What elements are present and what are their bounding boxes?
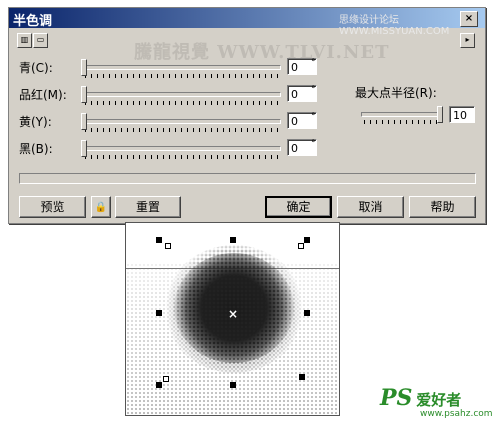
site-logo: PS 爱好者 www.psahz.com [380,385,493,419]
menu-arrow-icon[interactable]: ▸ [460,33,475,48]
preview-button[interactable]: 预览 [19,196,86,218]
handle-bottom-left[interactable] [156,382,162,388]
magenta-ticks [85,101,279,105]
yellow-degree: ° [311,112,316,122]
yellow-slider-thumb[interactable] [81,113,87,130]
handle-top-right[interactable] [304,237,310,243]
rotate-handle-top-right[interactable] [298,243,304,249]
radius-slider-track[interactable] [361,112,443,117]
yellow-ticks [85,128,279,132]
magenta-label: 品红(M): [19,88,67,102]
lock-icon[interactable]: 🔒 [91,196,111,218]
preview-single-icon[interactable]: ▭ [33,33,48,48]
handle-top[interactable] [230,237,236,243]
logo-ps: PS [380,385,413,411]
radius-ticks [364,120,438,124]
ok-button[interactable]: 确定 [265,196,332,218]
radius-field[interactable]: 10 [449,106,475,123]
yellow-label: 黄(Y): [19,115,52,129]
radius-slider-thumb[interactable] [437,106,443,123]
cyan-slider-thumb[interactable] [81,59,87,76]
cyan-label: 青(C): [19,61,53,75]
black-label: 黑(B): [19,142,53,156]
black-ticks [85,155,279,159]
help-button[interactable]: 帮助 [409,196,476,218]
handle-bottom[interactable] [230,382,236,388]
document-canvas[interactable]: × [125,222,340,416]
center-watermark: 騰龍視覺 WWW.TLVI.NET [134,42,390,63]
handle-right[interactable] [304,310,310,316]
handle-bottom-right[interactable] [299,374,305,380]
black-slider-track[interactable] [83,146,281,151]
dialog-title: 半色调 [13,14,53,29]
logo-url: www.psahz.com [420,409,493,419]
cyan-slider-track[interactable] [83,65,281,70]
halftone-dialog: 半色调 思缘设计论坛 WWW.MISSYUAN.COM × ▥ ▭ ▸ 騰龍視覺… [8,7,486,224]
reset-button[interactable]: 重置 [115,196,181,218]
center-cross-icon[interactable]: × [228,307,238,321]
cancel-button[interactable]: 取消 [337,196,404,218]
logo-text: 爱好者 [416,391,462,409]
radius-label: 最大点半径(R): [355,86,437,100]
rotate-handle-top-left[interactable] [165,243,171,249]
handle-left[interactable] [156,310,162,316]
cyan-ticks [85,74,279,78]
preview-split-icon[interactable]: ▥ [17,33,32,48]
black-slider-thumb[interactable] [81,140,87,157]
yellow-slider-track[interactable] [83,119,281,124]
close-button[interactable]: × [460,11,478,27]
magenta-slider-track[interactable] [83,92,281,97]
cyan-degree: ° [311,58,316,68]
handle-top-left[interactable] [156,237,162,243]
magenta-degree: ° [311,85,316,95]
progress-bar [19,173,476,184]
black-degree: ° [311,139,316,149]
magenta-slider-thumb[interactable] [81,86,87,103]
title-bar[interactable]: 半色调 思缘设计论坛 WWW.MISSYUAN.COM × [9,8,485,37]
rotate-handle-bottom-left[interactable] [163,376,169,382]
